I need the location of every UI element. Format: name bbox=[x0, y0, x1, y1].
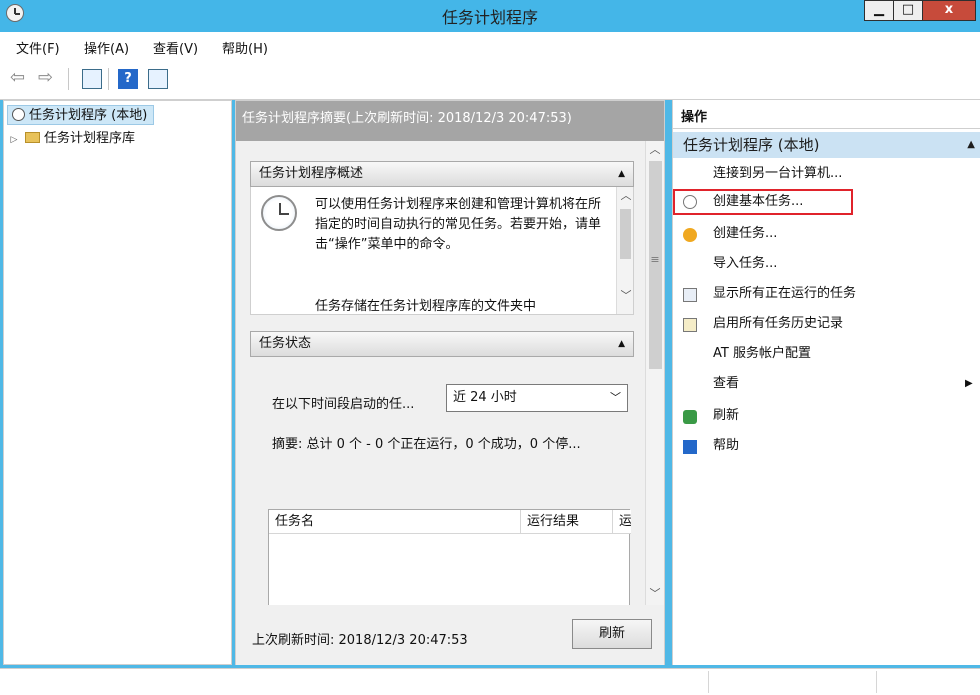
overview-section-body: 可以使用任务计划程序来创建和管理计算机将在所指定的时间自动执行的常见任务。若要开… bbox=[250, 187, 634, 315]
period-label: 在以下时间段启动的任... bbox=[272, 397, 415, 412]
overview-scrollbar[interactable]: ︿ ﹀ bbox=[616, 187, 633, 314]
column-header-run-result[interactable]: 运行结果 bbox=[521, 510, 613, 534]
overview-description-more: 任务存储在任务计划程序库的文件夹中 bbox=[315, 299, 537, 314]
tree-item-local-scheduler[interactable]: 任务计划程序 (本地) bbox=[7, 105, 155, 125]
scroll-down-icon[interactable]: ﹀ bbox=[646, 585, 664, 603]
action-connect-computer[interactable]: 连接到另一台计算机... bbox=[713, 162, 842, 186]
maximize-button[interactable]: □ bbox=[893, 0, 923, 21]
toolbar: ⇦ ⇨ ? bbox=[0, 60, 980, 100]
overview-section-header[interactable]: 任务计划程序概述 ▲ bbox=[250, 161, 634, 187]
tree-item-label: 任务计划程序库 bbox=[44, 131, 136, 146]
submenu-arrow-icon: ▶ bbox=[965, 378, 973, 389]
collapse-arrow-icon[interactable]: ▲ bbox=[618, 162, 625, 186]
refresh-button[interactable]: 刷新 bbox=[572, 619, 652, 649]
scroll-grip-icon: ≡ bbox=[650, 253, 660, 266]
create-task-icon bbox=[683, 228, 697, 242]
action-at-service-config[interactable]: AT 服务帐户配置 bbox=[713, 342, 811, 366]
menu-file[interactable]: 文件(F) bbox=[16, 38, 60, 57]
column-header-task-name[interactable]: 任务名 bbox=[269, 510, 521, 534]
help-icon bbox=[683, 440, 697, 454]
close-button[interactable]: x bbox=[922, 0, 976, 21]
forward-arrow-icon[interactable]: ⇨ bbox=[38, 69, 58, 89]
show-hide-console-tree-icon[interactable] bbox=[82, 69, 102, 89]
task-status-section-body: 在以下时间段启动的任... 近 24 小时 ﹀ 摘要: 总计 0 个 - 0 个… bbox=[250, 357, 634, 605]
actions-group-header[interactable]: 任务计划程序 (本地) ▲ bbox=[673, 132, 980, 158]
show-hide-action-pane-icon[interactable] bbox=[148, 69, 168, 89]
minimize-button[interactable]: ▁ bbox=[864, 0, 894, 21]
action-create-task[interactable]: 创建任务... bbox=[713, 222, 777, 246]
scroll-up-icon[interactable]: ︿ bbox=[646, 141, 664, 159]
action-refresh[interactable]: 刷新 bbox=[713, 404, 739, 428]
collapse-arrow-icon[interactable]: ▲ bbox=[967, 132, 975, 158]
actions-divider bbox=[673, 128, 980, 129]
actions-pane: 操作 任务计划程序 (本地) ▲ 连接到另一台计算机... 创建基本任务... … bbox=[672, 100, 980, 665]
section-title: 任务计划程序概述 bbox=[259, 166, 364, 181]
summary-pane: 任务计划程序摘要(上次刷新时间: 2018/12/3 20:47:53) 任务计… bbox=[235, 100, 665, 665]
action-view[interactable]: 查看 bbox=[713, 372, 739, 396]
status-divider bbox=[708, 671, 709, 693]
summary-footer: 上次刷新时间: 2018/12/3 20:47:53 刷新 bbox=[236, 605, 664, 665]
title-bar: 任务计划程序 ▁ □ x bbox=[0, 0, 980, 32]
tree-item-label: 任务计划程序 (本地) bbox=[29, 108, 148, 123]
scheduler-clock-icon bbox=[261, 195, 297, 231]
summary-header: 任务计划程序摘要(上次刷新时间: 2018/12/3 20:47:53) bbox=[236, 101, 664, 141]
action-help[interactable]: 帮助 bbox=[713, 434, 739, 458]
menu-action[interactable]: 操作(A) bbox=[84, 38, 129, 57]
actions-title: 操作 bbox=[681, 110, 708, 125]
scroll-down-icon[interactable]: ﹀ bbox=[617, 287, 633, 305]
action-import-task[interactable]: 导入任务... bbox=[713, 252, 777, 276]
menu-view[interactable]: 查看(V) bbox=[153, 38, 198, 57]
status-divider bbox=[876, 671, 877, 693]
scroll-thumb[interactable] bbox=[620, 209, 631, 259]
scroll-up-icon[interactable]: ︿ bbox=[617, 187, 633, 205]
task-status-section-header[interactable]: 任务状态 ▲ bbox=[250, 331, 634, 357]
highlight-annotation bbox=[673, 189, 853, 215]
back-arrow-icon[interactable]: ⇦ bbox=[10, 69, 30, 89]
section-title: 任务状态 bbox=[259, 336, 312, 351]
status-bar bbox=[0, 668, 980, 695]
clock-icon bbox=[12, 108, 25, 121]
expand-arrow-icon[interactable]: ▷ bbox=[7, 130, 21, 150]
group-title: 任务计划程序 (本地) bbox=[683, 136, 820, 154]
action-show-running-tasks[interactable]: 显示所有正在运行的任务 bbox=[713, 282, 856, 306]
folder-clock-icon bbox=[25, 132, 40, 143]
task-table: 任务名 运行结果 运 bbox=[268, 509, 631, 605]
toolbar-divider bbox=[68, 68, 69, 90]
summary-scrollbar[interactable]: ︿ ≡ ﹀ bbox=[645, 141, 664, 605]
console-tree: 任务计划程序 (本地) ▷ 任务计划程序库 bbox=[3, 100, 232, 665]
toolbar-divider bbox=[108, 68, 109, 90]
menu-bar: 文件(F) 操作(A) 查看(V) 帮助(H) bbox=[0, 32, 980, 60]
column-header-truncated[interactable]: 运 bbox=[613, 510, 631, 534]
help-icon[interactable]: ? bbox=[118, 69, 138, 89]
last-refresh-time: 上次刷新时间: 2018/12/3 20:47:53 bbox=[252, 633, 468, 648]
window-title: 任务计划程序 bbox=[441, 8, 538, 27]
menu-help[interactable]: 帮助(H) bbox=[222, 38, 268, 57]
overview-description: 可以使用任务计划程序来创建和管理计算机将在所指定的时间自动执行的常见任务。若要开… bbox=[315, 197, 602, 252]
collapse-arrow-icon[interactable]: ▲ bbox=[618, 332, 625, 356]
tree-item-task-library[interactable]: ▷ 任务计划程序库 bbox=[7, 129, 135, 149]
running-tasks-icon bbox=[683, 288, 697, 302]
refresh-icon bbox=[683, 410, 697, 424]
period-select-value: 近 24 小时 bbox=[453, 390, 517, 405]
history-log-icon bbox=[683, 318, 697, 332]
chevron-down-icon: ﹀ bbox=[610, 391, 621, 404]
status-summary: 摘要: 总计 0 个 - 0 个正在运行，0 个成功，0 个停... bbox=[272, 437, 581, 452]
period-select[interactable]: 近 24 小时 ﹀ bbox=[446, 384, 628, 412]
action-enable-history[interactable]: 启用所有任务历史记录 bbox=[713, 312, 843, 336]
